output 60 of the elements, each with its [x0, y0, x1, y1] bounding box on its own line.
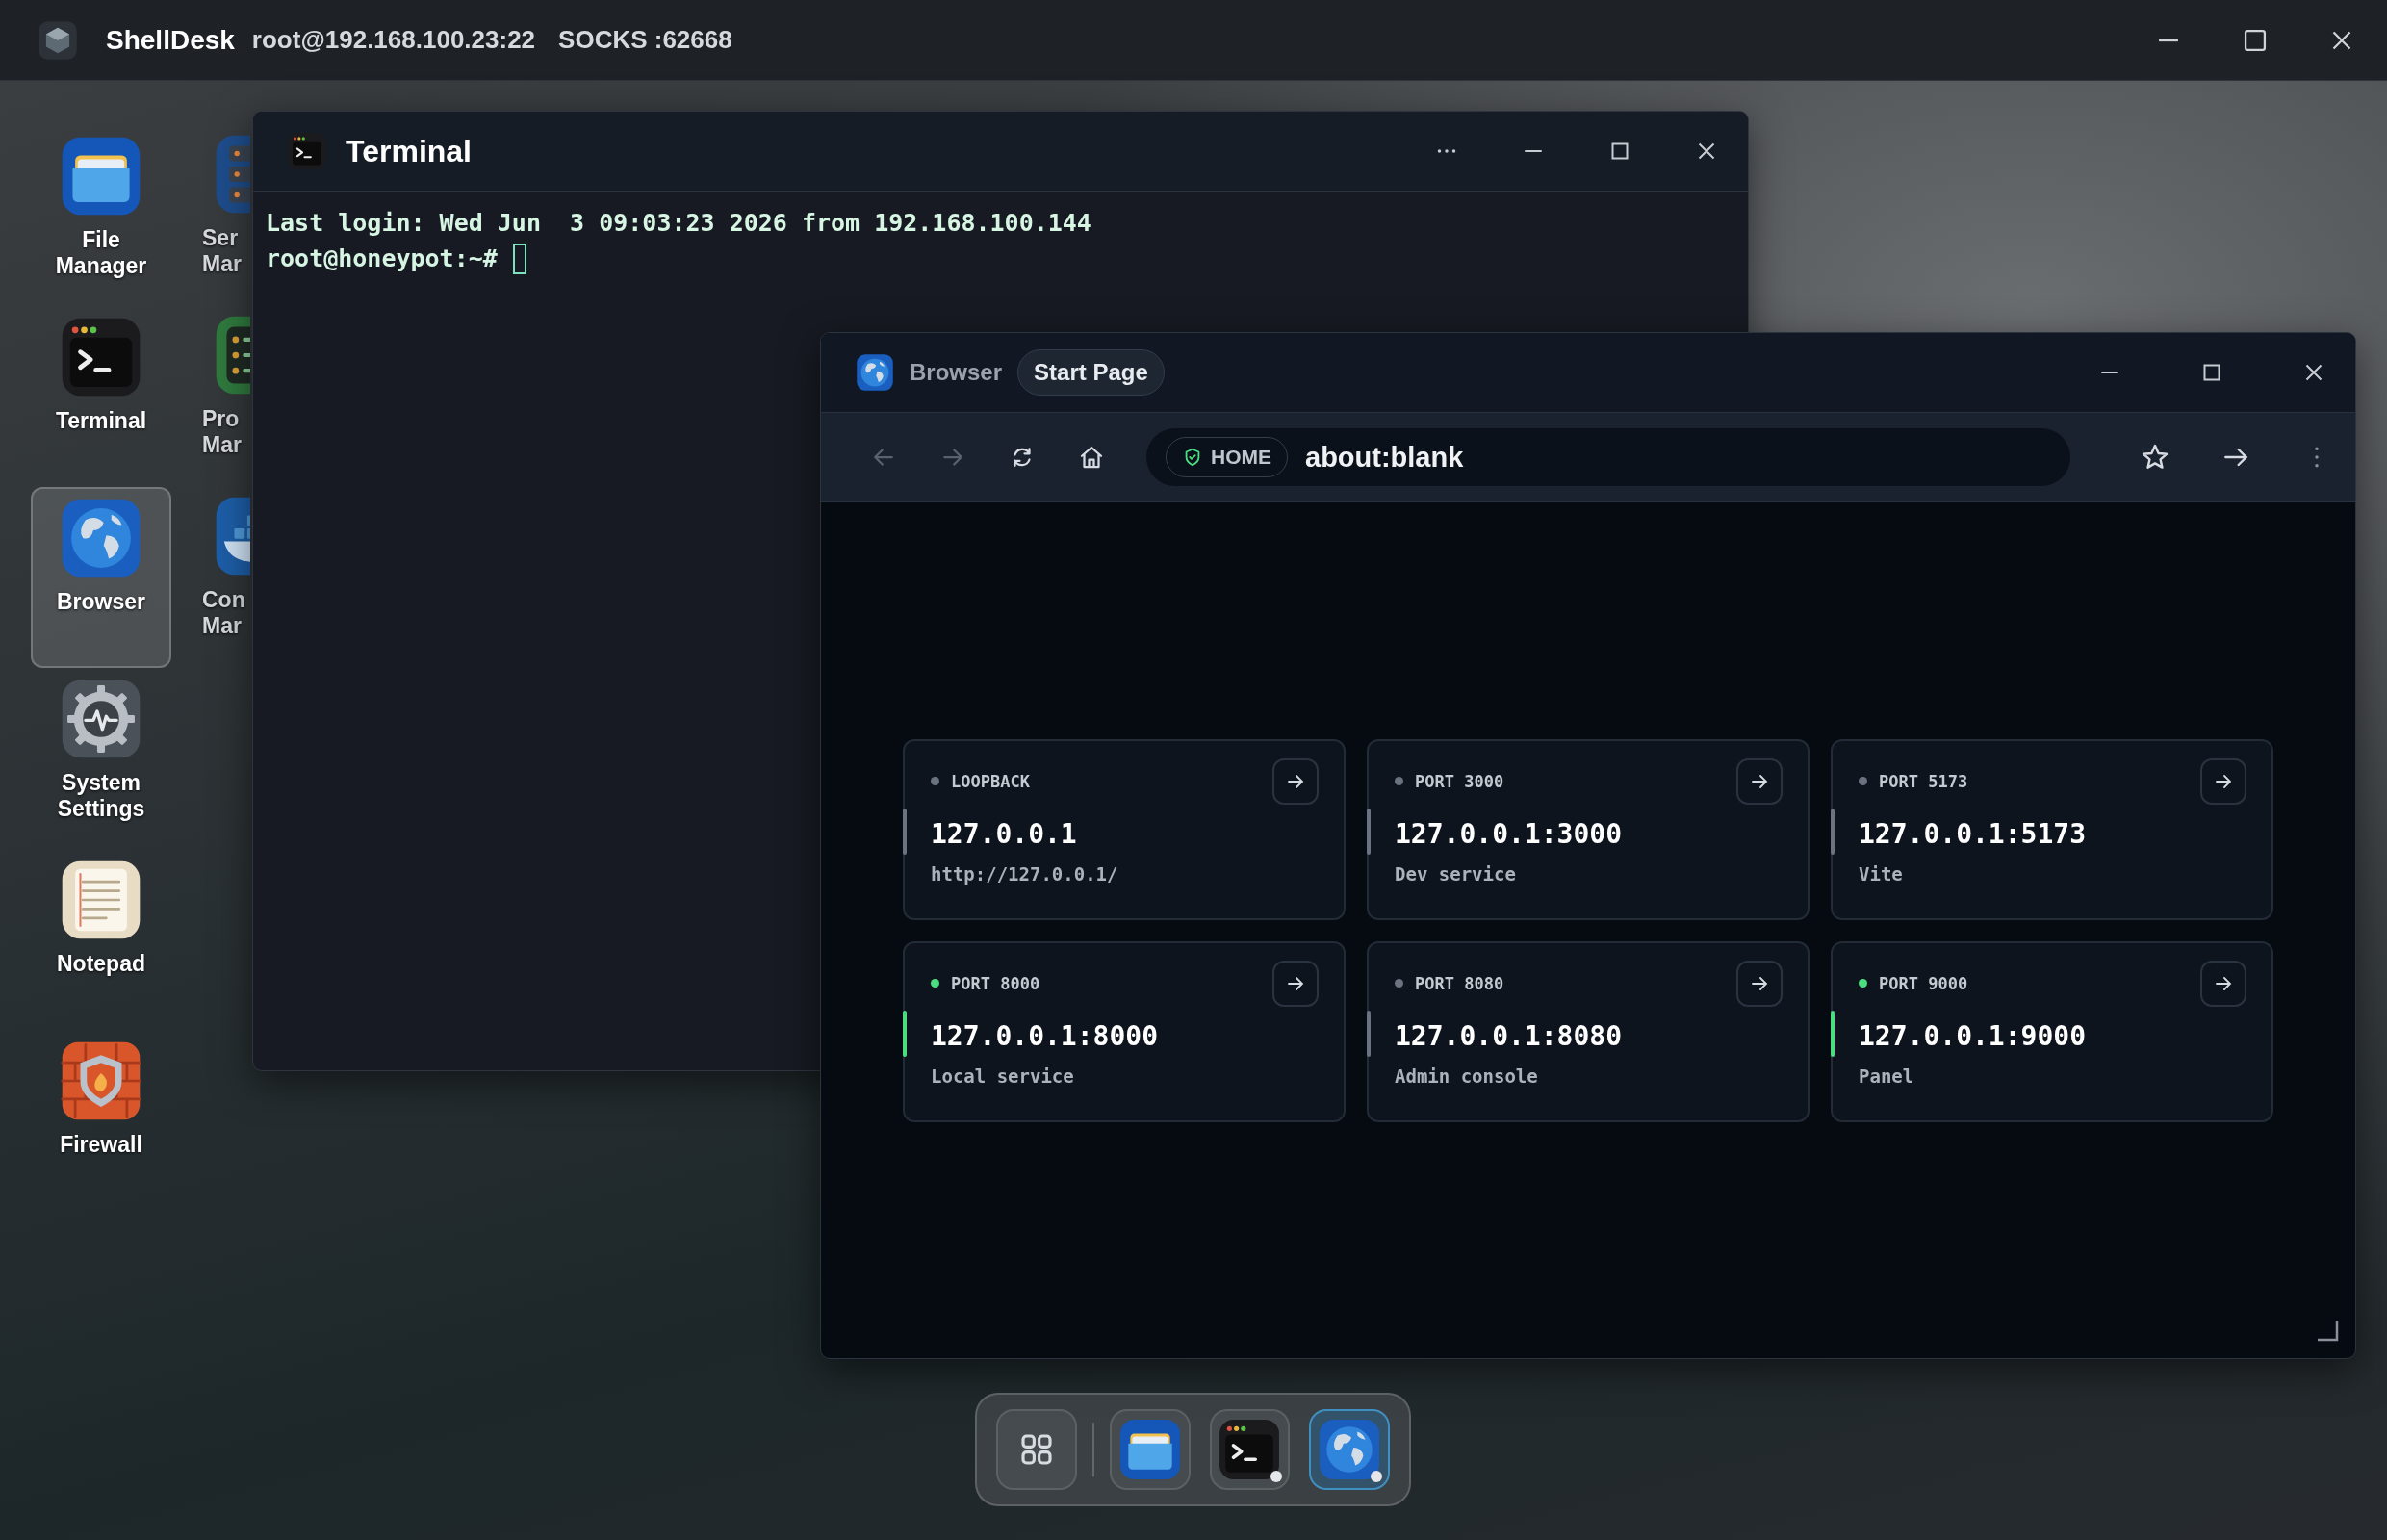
service-card[interactable]: PORT 8080 127.0.0.1:8080 Admin console — [1367, 940, 1810, 1122]
desktop-shortcut[interactable]: System Settings — [31, 668, 171, 849]
proxy-port: SOCKS :62668 — [558, 25, 732, 55]
window-title: Terminal — [346, 133, 472, 169]
open-button[interactable] — [2200, 757, 2246, 805]
desktop-shortcut[interactable]: Terminal — [31, 306, 171, 487]
service-description: Local service — [931, 1065, 1075, 1087]
desktop-shortcut[interactable]: Notepad — [31, 849, 171, 1030]
globe-icon — [60, 497, 142, 579]
service-card[interactable]: PORT 3000 127.0.0.1:3000 Dev service — [1367, 738, 1810, 920]
service-label: LOOPBACK — [951, 771, 1030, 791]
service-card[interactable]: PORT 8000 127.0.0.1:8000 Local service — [903, 940, 1346, 1122]
service-description: http://127.0.0.1/ — [931, 862, 1119, 885]
folder-icon — [60, 135, 142, 218]
open-button[interactable] — [1736, 960, 1783, 1007]
shield-wall-icon — [60, 1040, 142, 1122]
browser-tab[interactable]: Start Page — [1017, 349, 1165, 396]
service-label: PORT 8080 — [1415, 973, 1504, 993]
service-description: Vite — [1859, 862, 1904, 885]
app-grid-button[interactable] — [996, 1409, 1077, 1490]
service-card[interactable]: PORT 5173 127.0.0.1:5173 Vite — [1831, 738, 2273, 920]
service-description: Panel — [1859, 1065, 1915, 1087]
desktop-shortcut[interactable]: File Manager — [31, 125, 171, 306]
dock-app-button[interactable] — [1309, 1409, 1390, 1490]
globe-icon — [1318, 1418, 1382, 1481]
address-bar[interactable]: HOME about:blank — [1146, 428, 2070, 486]
service-address: 127.0.0.1:8000 — [931, 1019, 1159, 1052]
service-description: Dev service — [1395, 862, 1517, 885]
open-button[interactable] — [1272, 960, 1319, 1007]
service-address: 127.0.0.1:9000 — [1859, 1019, 2087, 1052]
terminal-output: Last login: Wed Jun 3 09:03:23 2026 from 192.168.100.144 — [266, 208, 1092, 239]
open-button[interactable] — [1272, 757, 1319, 805]
service-label: PORT 3000 — [1415, 771, 1504, 791]
service-label: PORT 5173 — [1879, 771, 1968, 791]
gear-icon — [60, 678, 142, 760]
open-button[interactable] — [1736, 757, 1783, 805]
terminal-prompt: root@honeypot:~# — [266, 244, 498, 274]
service-card[interactable]: PORT 9000 127.0.0.1:9000 Panel — [1831, 940, 2273, 1122]
service-address: 127.0.0.1 — [931, 817, 1078, 850]
service-label: PORT 9000 — [1879, 973, 1968, 993]
globe-icon — [856, 353, 894, 392]
open-button[interactable] — [2200, 960, 2246, 1007]
window-title: Browser — [910, 359, 1003, 386]
terminal-cursor — [512, 243, 526, 274]
desktop-shortcut[interactable]: Browser — [31, 487, 171, 668]
terminal-icon — [60, 316, 142, 398]
terminal-icon — [288, 132, 326, 170]
service-label: PORT 8000 — [951, 973, 1040, 993]
service-card[interactable]: LOOPBACK 127.0.0.1 http://127.0.0.1/ — [903, 738, 1346, 920]
terminal-icon — [1218, 1418, 1282, 1481]
service-address: 127.0.0.1:3000 — [1395, 817, 1623, 850]
app-name: ShellDesk — [106, 24, 235, 56]
desktop-shortcut[interactable]: Firewall — [31, 1030, 171, 1211]
service-address: 127.0.0.1:5173 — [1859, 817, 2087, 850]
service-address: 127.0.0.1:8080 — [1395, 1019, 1623, 1052]
notepad-icon — [60, 859, 142, 941]
folder-icon — [1117, 1418, 1182, 1481]
app-logo-icon — [37, 18, 79, 62]
connection-host: root@192.168.100.23:22 — [251, 25, 536, 55]
service-description: Admin console — [1395, 1065, 1539, 1087]
